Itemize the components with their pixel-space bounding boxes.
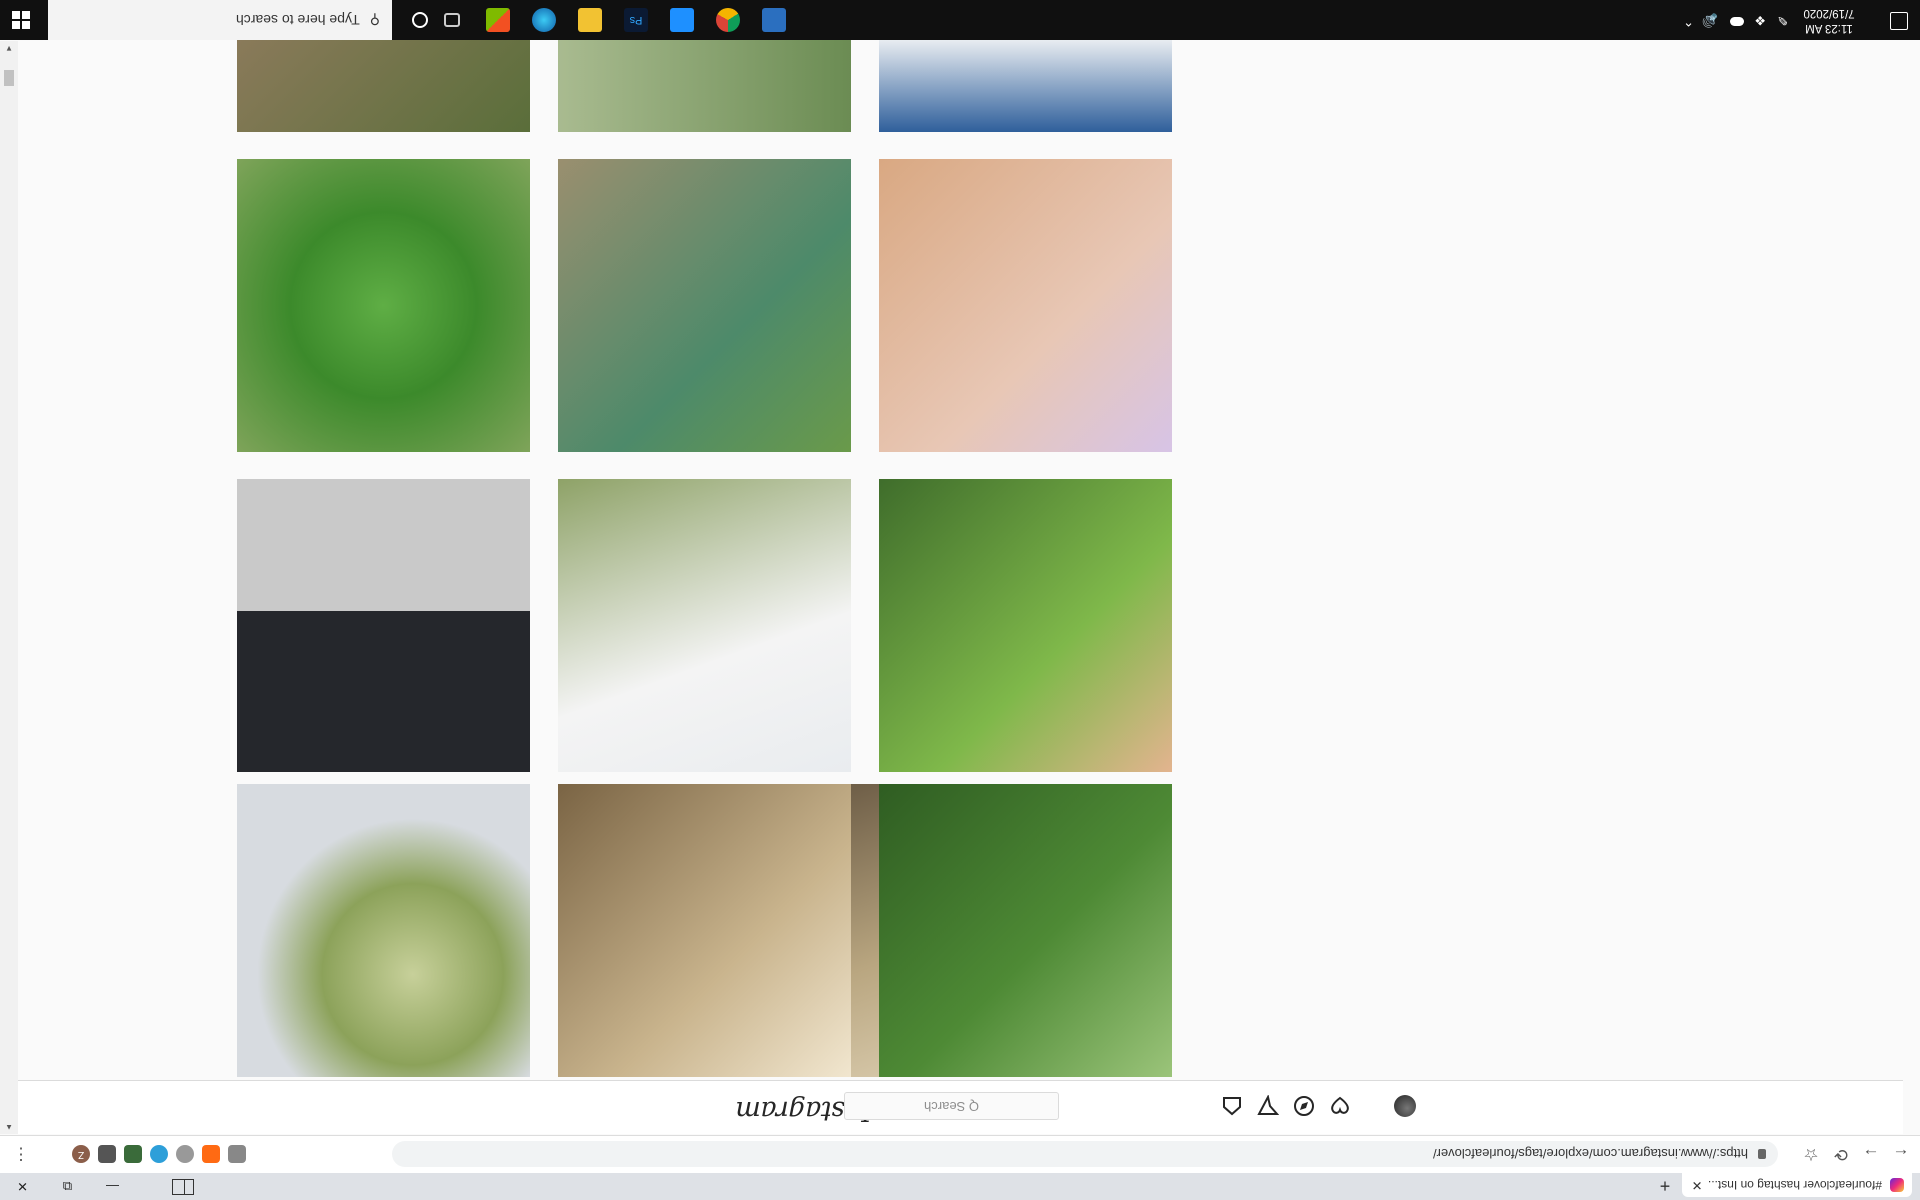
desktop-screen: #fourleafclover hashtag on Inst... ✕ + —… — [0, 0, 1920, 1200]
post-big-clover-closeup[interactable] — [237, 159, 530, 452]
dropbox-icon[interactable]: ❖ — [1754, 12, 1766, 28]
post-clover-pendant[interactable] — [237, 784, 530, 1077]
post-girl-with-clover[interactable] — [558, 479, 851, 772]
search-icon: ⚲ — [369, 12, 380, 29]
task-view-icon[interactable] — [444, 13, 460, 27]
post-hand-clover-toys[interactable] — [879, 479, 1172, 772]
cortana-icon[interactable] — [412, 12, 428, 28]
taskbar-clock[interactable]: 11:23 AM 7/19/2020 — [1794, 5, 1864, 35]
post-condemned-tag[interactable] — [558, 784, 851, 1077]
clock-date: 7/19/2020 — [1803, 7, 1855, 19]
edge-icon[interactable] — [532, 8, 556, 32]
taskbar-search-placeholder: Type here to search — [235, 12, 360, 28]
settings-app-icon[interactable] — [762, 8, 786, 32]
post-clover-collage[interactable] — [558, 159, 851, 452]
page-scrollbar[interactable]: ▲ ▼ — [0, 41, 18, 1134]
post-clover-ground[interactable] — [237, 39, 530, 132]
post-black-charm[interactable] — [237, 479, 530, 772]
onedrive-icon[interactable] — [1730, 17, 1744, 26]
post-trees-collage[interactable] — [558, 39, 851, 132]
microsoft-store-icon[interactable] — [486, 8, 510, 32]
volume-icon[interactable]: 🔊 — [1702, 12, 1718, 28]
weather-app-icon[interactable] — [670, 8, 694, 32]
photoshop-icon[interactable]: Ps — [624, 8, 648, 32]
chrome-icon[interactable] — [716, 8, 740, 32]
chevron-up-icon[interactable]: ⌃ — [1683, 13, 1694, 29]
pen-icon[interactable]: ✎ — [1777, 12, 1788, 28]
action-center-icon[interactable] — [1890, 12, 1908, 30]
post-clover-grass-patch[interactable] — [879, 784, 1172, 1077]
clock-time: 11:23 AM — [1805, 22, 1853, 34]
file-explorer-icon[interactable] — [578, 8, 602, 32]
scroll-thumb[interactable] — [4, 70, 14, 86]
post-sky-illustration[interactable] — [879, 39, 1172, 132]
windows-start-icon[interactable] — [12, 11, 30, 29]
taskbar-search-input[interactable]: ⚲ Type here to search — [48, 0, 392, 40]
post-woman-selfie[interactable] — [879, 159, 1172, 452]
windows-taskbar: ⚲ Type here to search Ps 11:23 AM 7/19/2… — [0, 0, 1920, 40]
scroll-down-arrow-icon[interactable]: ▼ — [0, 41, 18, 55]
scroll-up-arrow-icon[interactable]: ▲ — [0, 1120, 18, 1134]
